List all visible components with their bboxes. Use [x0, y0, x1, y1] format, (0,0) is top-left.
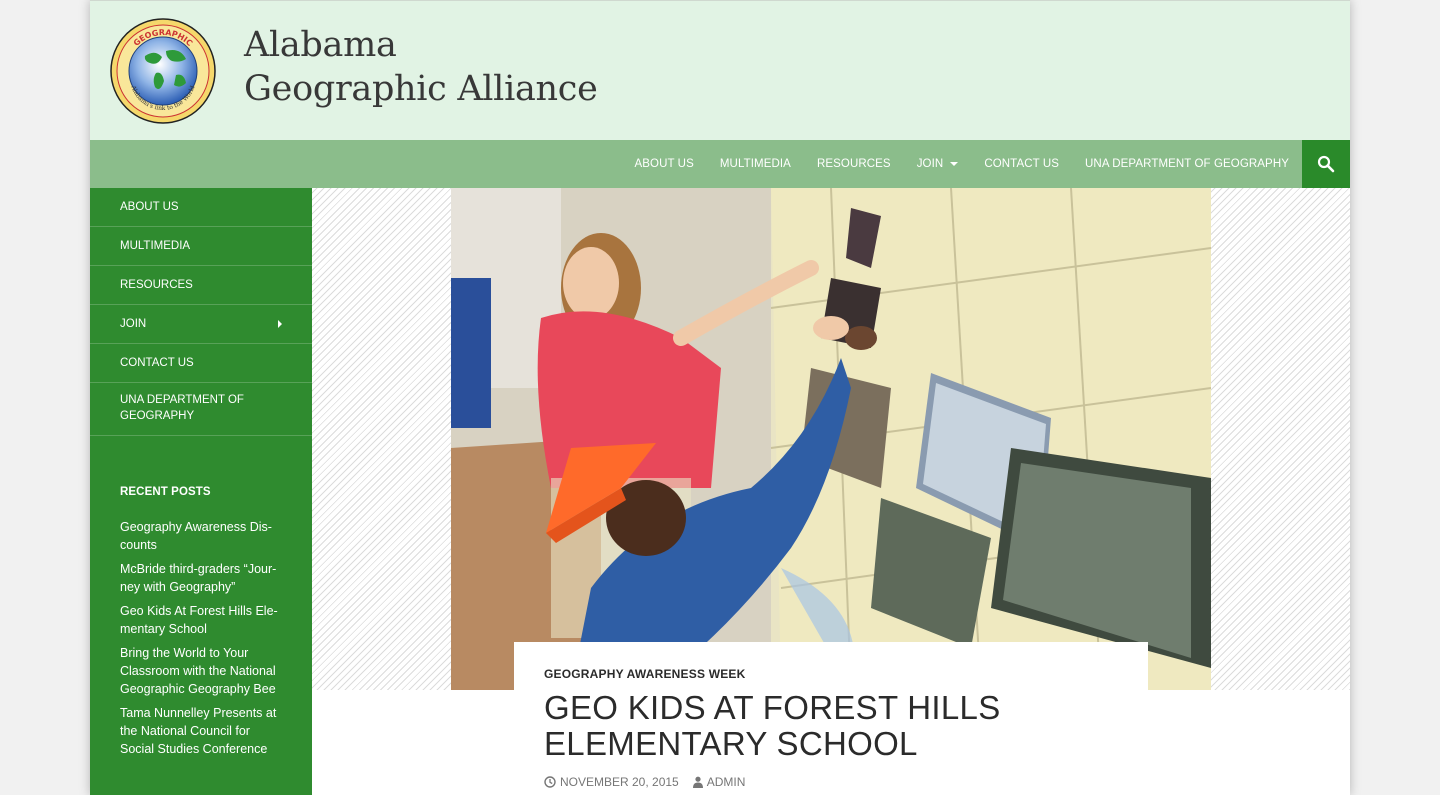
search-toggle-button[interactable] — [1302, 140, 1350, 188]
sidebar-item-label: JOIN — [120, 318, 147, 330]
post-date-link[interactable]: NOVEMBER 20, 2015 — [544, 775, 679, 789]
sidebar: ABOUT US MULTIMEDIA RESOURCES JOIN CONTA… — [90, 188, 312, 795]
sidebar-item-label: ABOUT US — [120, 201, 179, 213]
nav-item-label: ABOUT US — [634, 158, 694, 170]
recent-post-link[interactable]: McBride third-graders “Jour­ney with Geo… — [120, 560, 282, 596]
nav-item-join[interactable]: JOIN — [904, 140, 972, 188]
sidebar-item-label: UNA DEPARTMENT OF GEOGRAPHY — [120, 394, 244, 422]
site-title[interactable]: Alabama Geographic Alliance — [244, 23, 598, 111]
featured-image[interactable] — [451, 188, 1211, 690]
sidebar-menu: ABOUT US MULTIMEDIA RESOURCES JOIN CONTA… — [90, 188, 312, 436]
sidebar-item-join[interactable]: JOIN — [90, 305, 312, 344]
primary-menu: ABOUT US MULTIMEDIA RESOURCES JOIN CONTA… — [621, 140, 1302, 188]
sidebar-item-about-us[interactable]: ABOUT US — [90, 188, 312, 227]
post-meta: NOVEMBER 20, 2015 ADMIN — [544, 775, 759, 789]
recent-post-link[interactable]: Bring the World to Your Class­room with … — [120, 644, 282, 698]
recent-post-link[interactable]: Geo Kids At Forest Hills Ele­mentary Sch… — [120, 602, 282, 638]
post-category-link[interactable]: GEOGRAPHY AWARENESS WEEK — [544, 667, 746, 681]
site-header: GEOGRAPHIC Alabama's link to the World A… — [90, 0, 1350, 140]
nav-item-label: UNA DEPARTMENT OF GEOGRAPHY — [1085, 158, 1289, 170]
search-icon — [1317, 155, 1335, 173]
sidebar-item-una-department[interactable]: UNA DEPARTMENT OF GEOGRAPHY — [90, 383, 312, 436]
post-date: NOVEMBER 20, 2015 — [560, 775, 679, 789]
sidebar-item-label: CONTACT US — [120, 357, 194, 369]
site-logo[interactable]: GEOGRAPHIC Alabama's link to the World — [110, 11, 216, 131]
post-author: ADMIN — [706, 775, 746, 789]
featured-photo — [451, 188, 1211, 690]
chevron-down-icon — [950, 162, 959, 166]
post-title[interactable]: GEO KIDS AT FOREST HILLS ELEMENTARY SCHO… — [544, 690, 1104, 762]
nav-item-label: CONTACT US — [984, 158, 1060, 170]
nav-item-contact-us[interactable]: CONTACT US — [971, 140, 1072, 188]
site-title-line1[interactable]: Alabama — [244, 23, 598, 67]
site-title-line2[interactable]: Geographic Alliance — [244, 67, 598, 111]
featured-image-band — [312, 188, 1350, 690]
clock-icon — [544, 776, 556, 788]
sidebar-item-contact-us[interactable]: CONTACT US — [90, 344, 312, 383]
nav-item-label: MULTIMEDIA — [719, 158, 791, 170]
nav-item-resources[interactable]: RESOURCES — [804, 140, 904, 188]
user-icon — [692, 776, 703, 788]
entry-header: GEOGRAPHY AWARENESS WEEK GEO KIDS AT FOR… — [514, 642, 1148, 795]
post-author-link[interactable]: ADMIN — [692, 775, 746, 789]
chevron-right-icon — [278, 320, 282, 328]
sidebar-item-multimedia[interactable]: MULTIMEDIA — [90, 227, 312, 266]
recent-posts-list: Geography Awareness Dis­counts McBride t… — [90, 518, 312, 758]
sidebar-item-resources[interactable]: RESOURCES — [90, 266, 312, 305]
page-container: GEOGRAPHIC Alabama's link to the World A… — [90, 0, 1350, 795]
recent-post-link[interactable]: Geography Awareness Dis­counts — [120, 518, 282, 554]
sidebar-item-label: RESOURCES — [120, 279, 193, 291]
nav-item-label: JOIN — [916, 158, 944, 170]
recent-post-link[interactable]: Tama Nunnelley Presents at the National … — [120, 704, 282, 758]
primary-navigation: ABOUT US MULTIMEDIA RESOURCES JOIN CONTA… — [90, 140, 1350, 188]
nav-item-multimedia[interactable]: MULTIMEDIA — [707, 140, 804, 188]
nav-item-label: RESOURCES — [816, 158, 891, 170]
recent-posts-heading: RECENT POSTS — [120, 486, 211, 498]
nav-item-about-us[interactable]: ABOUT US — [621, 140, 706, 188]
sidebar-item-label: MULTIMEDIA — [120, 240, 191, 252]
nav-item-una-department[interactable]: UNA DEPARTMENT OF GEOGRAPHY — [1072, 140, 1302, 188]
